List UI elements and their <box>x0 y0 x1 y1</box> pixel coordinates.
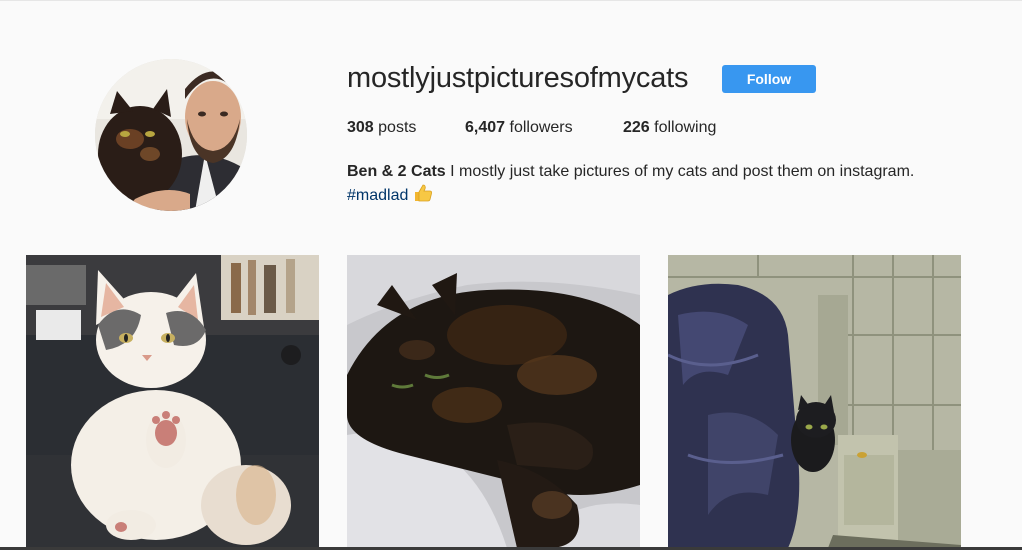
following-link[interactable]: 226 following <box>623 119 716 137</box>
following-count-value: 226 <box>623 119 650 136</box>
white-cat-photo-icon <box>26 255 319 548</box>
top-divider <box>0 0 1022 1</box>
black-cat-on-tiles-photo-icon <box>668 255 961 548</box>
thumbs-up-icon <box>413 184 433 210</box>
post-thumbnail-1[interactable] <box>26 255 319 548</box>
followers-link[interactable]: 6,407 followers <box>465 119 573 137</box>
following-label: following <box>649 119 717 136</box>
bio-hashtag-link[interactable]: #madlad <box>347 187 408 204</box>
posts-count: 308 posts <box>347 119 416 137</box>
bio-text: I mostly just take pictures of my cats a… <box>445 163 915 180</box>
avatar-photo-icon <box>95 59 247 211</box>
post-thumbnail-3[interactable] <box>668 255 961 548</box>
followers-label: followers <box>505 119 573 136</box>
profile-avatar[interactable] <box>95 59 247 211</box>
profile-username: mostlyjustpicturesofmycats <box>347 62 689 94</box>
post-thumbnail-2[interactable] <box>347 255 640 548</box>
posts-count-value: 308 <box>347 119 374 136</box>
bio-full-name: Ben & 2 Cats <box>347 163 446 180</box>
profile-bio: Ben & 2 Cats I mostly just take pictures… <box>347 160 987 210</box>
posts-count-label: posts <box>373 119 417 136</box>
tortoiseshell-cat-sleeping-photo-icon <box>347 255 640 548</box>
followers-count-value: 6,407 <box>465 119 506 136</box>
follow-button[interactable]: Follow <box>722 65 816 93</box>
